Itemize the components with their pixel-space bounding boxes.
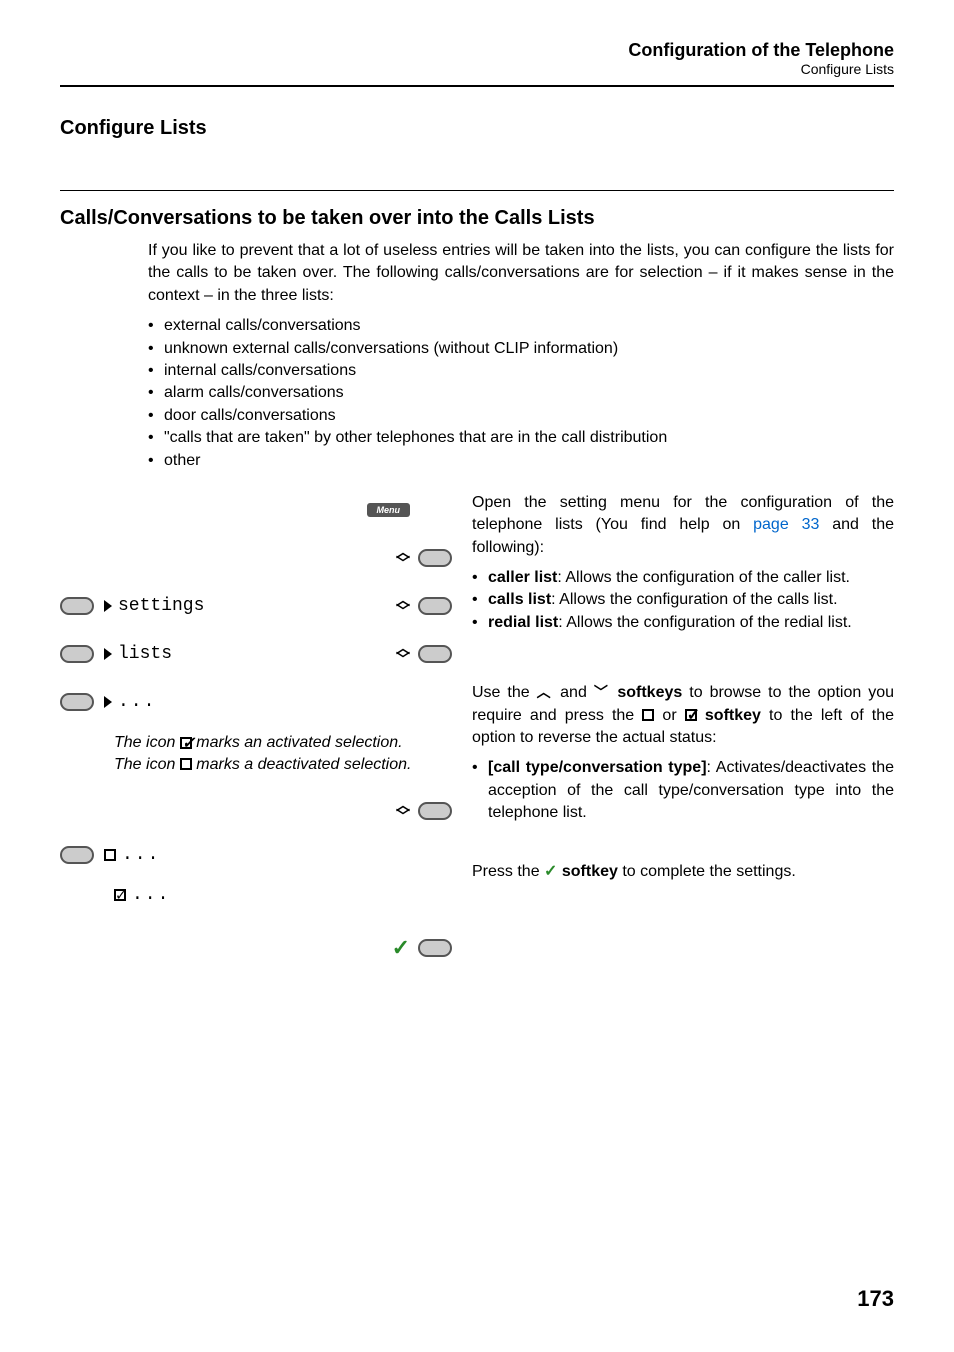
bullet-item: "calls that are taken" by other telephon… <box>148 427 894 449</box>
intro-paragraph: If you like to prevent that a lot of use… <box>148 240 894 307</box>
chevron-down-icon <box>396 654 410 665</box>
triangle-right-icon <box>104 600 112 612</box>
softkey-button[interactable] <box>418 597 452 615</box>
page-link[interactable]: page 33 <box>753 516 819 533</box>
checkbox-checked-icon <box>180 737 192 749</box>
menu-badge: Menu <box>367 503 411 517</box>
list-config-bullets: caller list: Allows the configuration of… <box>472 567 894 634</box>
subsection-title: Calls/Conversations to be taken over int… <box>60 207 894 230</box>
list-item: redial list: Allows the configuration of… <box>472 612 894 634</box>
checkbox-checked-icon <box>114 889 126 901</box>
softkey-button[interactable] <box>60 846 94 864</box>
top-divider <box>60 85 894 87</box>
option-ellipsis: ... <box>132 885 170 905</box>
header-subtitle: Configure Lists <box>60 61 894 77</box>
menu-item-lists: lists <box>118 644 172 664</box>
press-softkey-text: Press the ✓ softkey to complete the sett… <box>472 861 894 883</box>
phone-illustration: Menu settings <box>60 492 452 961</box>
softkey-button[interactable] <box>60 645 94 663</box>
updown-icon <box>396 595 410 617</box>
triangle-right-icon <box>104 696 112 708</box>
checkmark-icon: ✓ <box>392 935 410 961</box>
softkey-button[interactable] <box>60 693 94 711</box>
section-title: Configure Lists <box>60 117 894 140</box>
softkey-button[interactable] <box>418 939 452 957</box>
bullet-item: door calls/conversations <box>148 405 894 427</box>
checkbox-checked-icon <box>685 709 697 721</box>
mid-divider <box>60 190 894 191</box>
checkbox-empty-icon <box>642 709 654 721</box>
list-item: [call type/conversation type]: Activates… <box>472 757 894 824</box>
header-title: Configuration of the Telephone <box>60 40 894 61</box>
bullet-item: external calls/conversations <box>148 315 894 337</box>
menu-item-ellipsis: ... <box>118 692 156 712</box>
updown-icon <box>396 643 410 665</box>
chevron-down-icon <box>396 811 410 822</box>
list-item: caller list: Allows the configuration of… <box>472 567 894 589</box>
triangle-right-icon <box>104 648 112 660</box>
checkmark-icon: ✓ <box>544 863 557 880</box>
chevron-up-icon <box>537 684 554 701</box>
checkbox-empty-icon <box>104 849 116 861</box>
page-number: 173 <box>857 1286 894 1312</box>
icon-explanation: The icon marks an activated selection. T… <box>114 732 432 775</box>
bullet-item: other <box>148 450 894 472</box>
bullet-item: alarm calls/conversations <box>148 382 894 404</box>
browse-instructions: Use the and softkeys to browse to the op… <box>472 682 894 749</box>
softkey-button[interactable] <box>418 645 452 663</box>
softkey-button[interactable] <box>418 802 452 820</box>
open-settings-text: Open the setting menu for the configurat… <box>472 492 894 559</box>
bullet-item: unknown external calls/conversations (wi… <box>148 338 894 360</box>
option-ellipsis: ... <box>122 845 160 865</box>
updown-icon <box>396 547 410 569</box>
chevron-down-icon <box>396 606 410 617</box>
list-item: calls list: Allows the configuration of … <box>472 589 894 611</box>
softkey-button[interactable] <box>60 597 94 615</box>
menu-item-settings: settings <box>118 596 204 616</box>
main-bullet-list: external calls/conversations unknown ext… <box>148 315 894 472</box>
softkey-button[interactable] <box>418 549 452 567</box>
updown-icon <box>396 800 410 822</box>
checkbox-empty-icon <box>180 758 192 770</box>
bullet-item: internal calls/conversations <box>148 360 894 382</box>
call-type-bullets: [call type/conversation type]: Activates… <box>472 757 894 824</box>
chevron-down-icon <box>594 684 611 701</box>
chevron-down-icon <box>396 558 410 569</box>
